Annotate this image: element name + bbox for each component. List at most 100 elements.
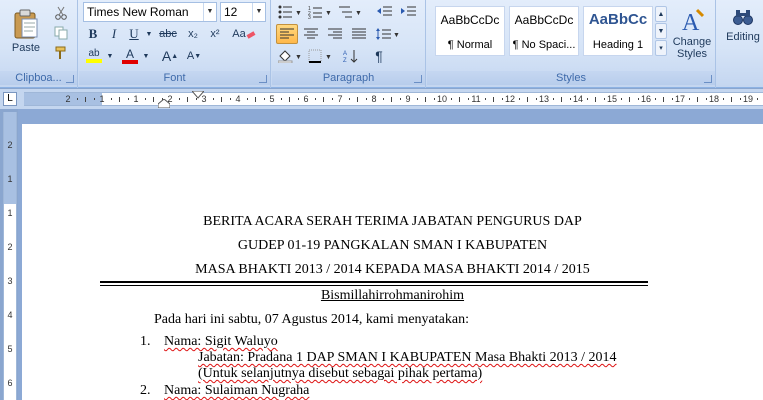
scissors-icon	[55, 6, 67, 20]
underline-dropdown-icon[interactable]: ▼	[145, 24, 153, 44]
svg-text:▼: ▼	[393, 32, 400, 39]
copy-button[interactable]	[52, 24, 70, 41]
align-center-button[interactable]	[300, 24, 322, 44]
italic-button[interactable]: I	[105, 24, 123, 44]
ruler-tick	[697, 97, 698, 102]
ruler-tick	[493, 97, 494, 102]
ruler-tick	[459, 97, 460, 102]
align-left-button[interactable]	[276, 24, 298, 44]
ruler-tick	[391, 97, 392, 102]
horizontal-ruler[interactable]: 2 1 1 2 3 4 5 6 7 8 9 10 11 12 13 14 15 16 17 18 19	[24, 91, 763, 108]
ruler-tick	[739, 98, 741, 100]
ruler-tick	[416, 98, 418, 100]
styles-scroll-up-icon[interactable]: ▲	[655, 6, 667, 22]
style-tile-heading-1[interactable]: AaBbCc Heading 1	[583, 6, 653, 56]
decrease-indent-button[interactable]	[374, 2, 396, 22]
svg-text:▼: ▼	[325, 10, 332, 17]
align-right-button[interactable]	[324, 24, 346, 44]
align-right-icon	[328, 28, 342, 39]
bullets-button[interactable]: ▼	[276, 2, 304, 22]
highlight-button[interactable]: ab	[83, 46, 105, 66]
cut-button[interactable]	[52, 4, 70, 21]
change-styles-icon: A	[682, 8, 705, 36]
ruler-number: 1	[7, 174, 13, 184]
highlight-label: ab	[88, 48, 100, 59]
document-page[interactable]: BERITA ACARA SERAH TERIMA JABATAN PENGUR…	[22, 124, 763, 400]
ruler-tick	[595, 97, 596, 102]
justify-button[interactable]	[348, 24, 370, 44]
styles-launcher-icon[interactable]	[704, 75, 712, 83]
ruler-tick	[425, 97, 426, 102]
format-painter-button[interactable]	[52, 44, 70, 61]
borders-icon: ▼	[308, 49, 332, 63]
ruler-tick	[187, 97, 188, 102]
ruler-number: 8	[371, 94, 377, 104]
superscript-button[interactable]: x²	[205, 24, 225, 44]
font-size-combo[interactable]: 12 ▼	[220, 2, 266, 22]
style-tile-normal[interactable]: AaBbCcDc ¶ Normal	[435, 6, 505, 56]
ruler-tick	[654, 98, 656, 100]
font-color-button[interactable]: A	[119, 46, 141, 66]
ruler-tick	[688, 98, 690, 100]
bismillah-text: Bismillahirrohmanirohim	[320, 288, 465, 303]
paste-button[interactable]: Paste	[4, 2, 48, 60]
ruler-number: 6	[303, 94, 309, 104]
first-line-indent-marker-icon[interactable]	[192, 91, 204, 99]
bullet-list-icon: ▼	[278, 5, 302, 19]
ruler-tick	[450, 98, 452, 100]
paste-icon	[14, 9, 38, 39]
paragraph-group: ▼ 1 2 3 ▼ ▼ ▼ ▼ ▼ A Z ¶ Paragraph	[272, 0, 426, 88]
align-left-icon	[280, 28, 294, 39]
styles-scroll-down-icon[interactable]: ▼	[655, 23, 667, 39]
ruler-tick	[603, 98, 605, 100]
increase-indent-button[interactable]	[398, 2, 420, 22]
font-color-dropdown-icon[interactable]: ▼	[142, 46, 150, 66]
clear-format-label: Aa	[232, 28, 246, 40]
vertical-ruler[interactable]: 2 1 1 2 3 4 5 6	[3, 112, 17, 400]
font-launcher-icon[interactable]	[259, 75, 267, 83]
show-marks-button[interactable]: ¶	[368, 46, 390, 66]
numbering-button[interactable]: 1 2 3 ▼	[306, 2, 334, 22]
ruler-tick	[399, 98, 401, 100]
paint-bucket-icon: ▼	[278, 50, 302, 63]
borders-button[interactable]: ▼	[306, 46, 334, 66]
ruler-tick	[178, 98, 180, 100]
paragraph-launcher-icon[interactable]	[414, 75, 422, 83]
bold-button[interactable]: B	[83, 24, 103, 44]
ruler-tick	[561, 97, 562, 102]
tab-selector[interactable]: L	[3, 92, 17, 106]
grow-font-button[interactable]: A ▲	[159, 46, 181, 66]
underline-button[interactable]: U	[125, 24, 143, 44]
line-spacing-button[interactable]: ▼	[374, 24, 402, 44]
grow-font-label: A	[161, 48, 172, 64]
sort-button[interactable]: AZ	[340, 46, 362, 66]
font-size-value: 12	[224, 5, 238, 19]
style-tile-no-spacing[interactable]: AaBbCcDc ¶ No Spaci...	[509, 6, 579, 56]
hanging-indent-marker-icon[interactable]	[158, 99, 170, 108]
ruler-tick	[705, 98, 707, 100]
copy-icon	[54, 26, 68, 39]
line-spacing-icon: ▼	[376, 28, 400, 40]
ruler-number: 15	[606, 94, 617, 104]
multilevel-list-button[interactable]: ▼	[336, 2, 364, 22]
shrink-font-button[interactable]: A ▼	[183, 46, 205, 66]
highlight-dropdown-icon[interactable]: ▼	[106, 46, 114, 66]
subscript-button[interactable]: x₂	[183, 24, 203, 44]
ruler-number: 14	[572, 94, 583, 104]
ruler-tick	[569, 98, 571, 100]
font-name-combo[interactable]: Times New Roman ▼	[83, 2, 217, 22]
shading-button[interactable]: ▼	[276, 46, 304, 66]
editing-group: Editing	[717, 0, 763, 88]
ruler-tick	[144, 98, 146, 100]
styles-group-label: Styles	[427, 71, 715, 85]
ruler-number: 6	[7, 378, 13, 388]
ruler-tick	[221, 97, 222, 102]
ruler-tick	[620, 98, 622, 100]
editing-button[interactable]: Editing	[721, 2, 763, 66]
strikethrough-button[interactable]: abc	[155, 24, 181, 44]
change-styles-button[interactable]: A Change Styles	[670, 2, 714, 66]
list-item-name: Nama: Sulaiman Nugraha	[164, 383, 310, 398]
styles-more-icon[interactable]: ▾	[655, 40, 667, 56]
clipboard-launcher-icon[interactable]	[66, 75, 74, 83]
clear-format-button[interactable]: Aa	[227, 24, 261, 44]
